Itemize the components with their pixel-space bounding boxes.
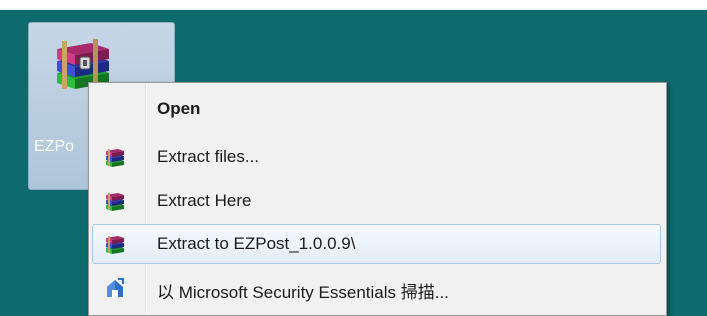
- menu-item-label: Extract Here: [157, 191, 252, 210]
- winrar-icon: [106, 236, 124, 254]
- winrar-icon: [106, 193, 124, 211]
- desktop-icon-label: EZPo: [34, 138, 75, 155]
- menu-item-label: Extract to EZPost_1.0.0.9\: [157, 234, 356, 253]
- winrar-icon: [106, 149, 124, 167]
- menu-item-extract-files[interactable]: Extract files...: [92, 137, 661, 177]
- menu-item-scan-security-essentials[interactable]: 以 Microsoft Security Essentials 掃描...: [92, 268, 661, 308]
- security-essentials-icon: [107, 278, 124, 297]
- menu-item-extract-to-folder[interactable]: Extract to EZPost_1.0.0.9\: [92, 224, 661, 264]
- menu-item-extract-here[interactable]: Extract Here: [92, 181, 661, 221]
- menu-item-label: Open: [157, 99, 201, 118]
- top-strip: [0, 0, 707, 10]
- menu-item-label: 以 Microsoft Security Essentials 掃描...: [157, 283, 449, 302]
- menu-item-open[interactable]: Open: [92, 89, 661, 129]
- context-menu: Open Extract files... Extract Here Extra…: [88, 82, 667, 316]
- menu-item-label: Extract files...: [157, 147, 260, 166]
- screen: EZPo Open Extract files... Extract Here …: [0, 0, 707, 316]
